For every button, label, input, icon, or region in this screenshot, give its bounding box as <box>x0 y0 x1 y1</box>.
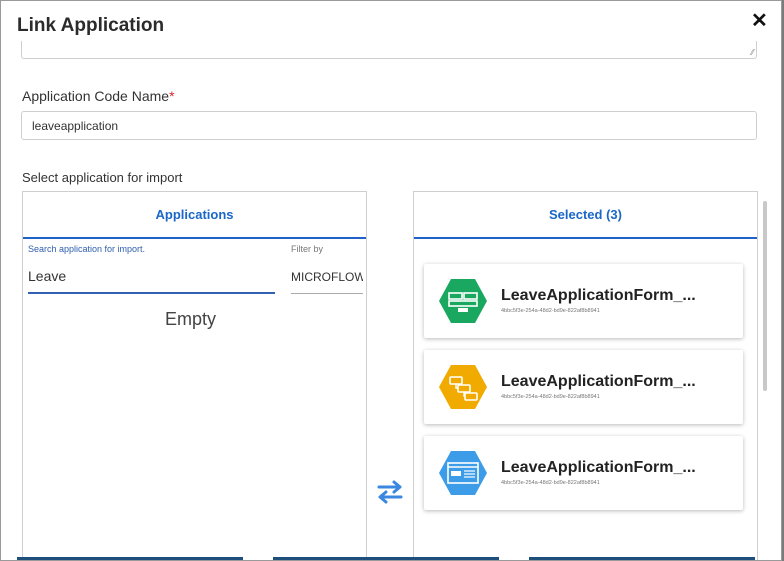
selected-item-name: LeaveApplicationForm_... <box>501 373 696 390</box>
filter-label: Filter by <box>291 244 324 254</box>
link-application-dialog: Link Application ✕ ⁄⁄ Application Code N… <box>0 0 782 561</box>
code-name-input[interactable] <box>21 111 757 140</box>
footer-button-2[interactable] <box>273 557 499 560</box>
resize-grip-icon[interactable]: ⁄⁄ <box>751 49 754 57</box>
selected-item-name: LeaveApplicationForm_... <box>501 459 696 476</box>
selected-item-id: 4bbc5f3e-254a-48d2-bd9e-822af8b8941 <box>501 480 600 486</box>
selected-item[interactable]: LeaveApplicationForm_... 4bbc5f3e-254a-4… <box>424 350 743 424</box>
selected-panel: Selected (3) LeaveApplicationForm_... 4b… <box>413 191 758 560</box>
footer-button-1[interactable] <box>17 557 243 560</box>
page-layout-icon <box>439 279 487 323</box>
workflow-icon <box>439 365 487 409</box>
selected-item-id: 4bbc5f3e-254a-48d2-bd9e-822af8b8941 <box>501 394 600 400</box>
applications-panel-header[interactable]: Applications <box>23 192 366 239</box>
code-name-label: Application Code Name* <box>22 88 175 104</box>
applications-panel: Applications Search application for impo… <box>22 191 367 560</box>
search-label: Search application for import. <box>28 244 146 254</box>
code-name-label-text: Application Code Name <box>22 88 170 104</box>
transfer-arrows-icon[interactable] <box>375 479 405 505</box>
selected-item-name: LeaveApplicationForm_... <box>501 287 696 304</box>
footer-button-3[interactable] <box>529 557 755 560</box>
selected-item-id: 4bbc5f3e-254a-48d2-bd9e-822af8b8941 <box>501 308 600 314</box>
select-application-label: Select application for import <box>22 170 183 185</box>
close-icon[interactable]: ✕ <box>751 11 768 31</box>
selected-panel-header[interactable]: Selected (3) <box>414 192 757 239</box>
required-marker: * <box>169 88 175 104</box>
dialog-scrollbar[interactable] <box>763 201 767 391</box>
empty-state-text: Empty <box>164 309 216 329</box>
form-window-icon <box>439 451 487 495</box>
selected-item[interactable]: LeaveApplicationForm_... 4bbc5f3e-254a-4… <box>424 436 743 510</box>
selected-item[interactable]: LeaveApplicationForm_... 4bbc5f3e-254a-4… <box>424 264 743 338</box>
dialog-title: Link Application <box>17 15 165 36</box>
filter-select[interactable]: MICROFLOW <box>291 260 363 294</box>
application-search-input[interactable] <box>28 260 275 294</box>
description-textarea[interactable]: ⁄⁄ <box>21 41 757 59</box>
